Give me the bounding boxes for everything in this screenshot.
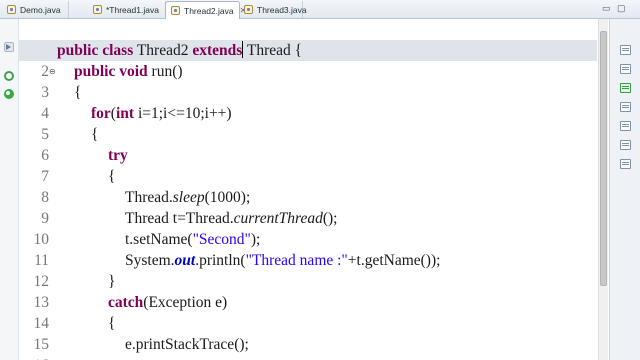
code-text[interactable]: t.setName("Second"); [125,229,260,250]
code-line-16: 16 e.printStackTrace(); [19,334,597,360]
search-icon[interactable] [620,159,631,169]
java-file-icon [244,5,253,14]
code-line-12: 12 System.out.println("Thread name :"+t.… [19,250,597,290]
code-line-13: 13 } [19,271,597,311]
code-text[interactable]: for(int i=1;i<=10;i++) [91,103,232,124]
code-text[interactable]: e.printStackTrace(); [125,334,249,355]
fold-toggle-icon[interactable]: ⊖ [49,68,56,76]
code-segment: System. [125,252,175,269]
quick-access-arrow-icon[interactable] [4,42,14,52]
code-line-2: 2 public class Thread2 extends Thread { [19,40,597,80]
scrollbar-thumb[interactable] [600,31,607,286]
tab-label: *Thread1.java [106,4,159,15]
code-text[interactable]: { [108,313,115,334]
code-segment: .println( [195,252,246,269]
code-text[interactable]: { [74,82,81,103]
code-text[interactable]: { [91,124,98,145]
tab-thread2-java[interactable]: Thread2.java ✕ [165,1,246,19]
console-icon[interactable] [620,83,631,93]
code-line-8: 8 { [19,166,597,206]
static-method: currentThread [233,210,323,227]
code-line-11: 11 t.setName("Second"); [19,229,597,269]
editor-vertical-scrollbar[interactable] [598,19,608,360]
keyword: public void [74,63,148,80]
debug-icon[interactable] [4,89,14,99]
outline-icon[interactable] [620,45,631,55]
java-file-icon [171,6,180,15]
static-field: out [174,252,196,269]
code-segment: (Exception e) [143,294,228,311]
code-text[interactable]: try [108,145,128,166]
java-file-icon [7,5,16,14]
code-text[interactable]: public class Thread2 extends Thread { [57,40,302,61]
keyword: catch [108,294,144,311]
tab-thread3-java[interactable]: Thread3.java [239,1,307,18]
code-line-1: 1 [19,19,597,59]
code-segment: ); [250,231,261,248]
right-view-stack [609,19,640,360]
code-line-9: 9 Thread.sleep(1000); [19,187,597,227]
code-editor[interactable]: 1 2 public class Thread2 extends Thread … [19,19,597,360]
code-text[interactable]: public void run() [74,61,183,82]
code-text[interactable]: catch(Exception e) [108,292,227,313]
keyword: for [91,105,111,122]
code-segment: (1000); [204,189,251,206]
string-literal: "Thread name :" [245,252,348,269]
java-file-icon [93,5,102,14]
code-segment: Thread. [125,189,173,206]
tab-label: Demo.java [20,4,61,15]
editor-tab-bar: Demo.java *Thread1.java Thread2.java ✕ T… [0,0,640,19]
tab-label: Thread3.java [257,4,307,15]
code-text[interactable]: } [108,271,115,292]
code-segment: t.setName( [125,231,193,248]
line-number: 16 [19,355,50,360]
code-line-6: 6 { [19,124,597,164]
code-segment: Thread t=Thread. [125,210,234,227]
keyword: try [108,147,128,164]
code-text[interactable]: { [108,166,115,187]
minimize-icon[interactable]: ▭ [602,3,611,14]
tab-label: Thread2.java [184,5,234,16]
string-literal: "Second" [192,231,251,248]
keyword: public class [57,42,134,59]
code-line-7: 7 try [19,145,597,185]
code-text[interactable]: Thread.sleep(1000); [125,187,250,208]
code-line-10: 10 Thread t=Thread.currentThread(); [19,208,597,248]
class-name: Thread2 [133,42,193,59]
static-method: sleep [172,189,205,206]
javadoc-icon[interactable] [620,121,631,131]
loop-header: i=1;i<=10;i++) [134,105,232,122]
keyword: int [115,105,135,122]
tab-thread1-java[interactable]: *Thread1.java [88,1,166,18]
code-segment: +t.getName()); [347,252,441,269]
brace: { [290,42,303,59]
code-line-3: 3 ⊖ public void run() [19,61,597,101]
code-segment: (); [322,210,338,227]
code-line-15: 15 { [19,313,597,353]
code-text[interactable]: System.out.println("Thread name :"+t.get… [125,250,440,271]
code-line-4: 4 { [19,82,597,122]
code-line-5: 5 for(int i=1;i<=10;i++) [19,103,597,143]
code-line-14: 14 catch(Exception e) [19,292,597,332]
maximize-icon[interactable]: ▢ [617,3,626,14]
method-signature: run() [147,63,183,80]
keyword: extends [192,42,243,59]
left-gutter [0,19,19,360]
task-list-icon[interactable] [620,64,631,74]
tab-demo-java[interactable]: Demo.java [2,1,69,18]
problems-icon[interactable] [620,102,631,112]
code-text[interactable]: Thread t=Thread.currentThread(); [125,208,337,229]
superclass-name: Thread [243,42,291,59]
declaration-icon[interactable] [620,140,631,150]
run-icon[interactable] [4,71,14,81]
